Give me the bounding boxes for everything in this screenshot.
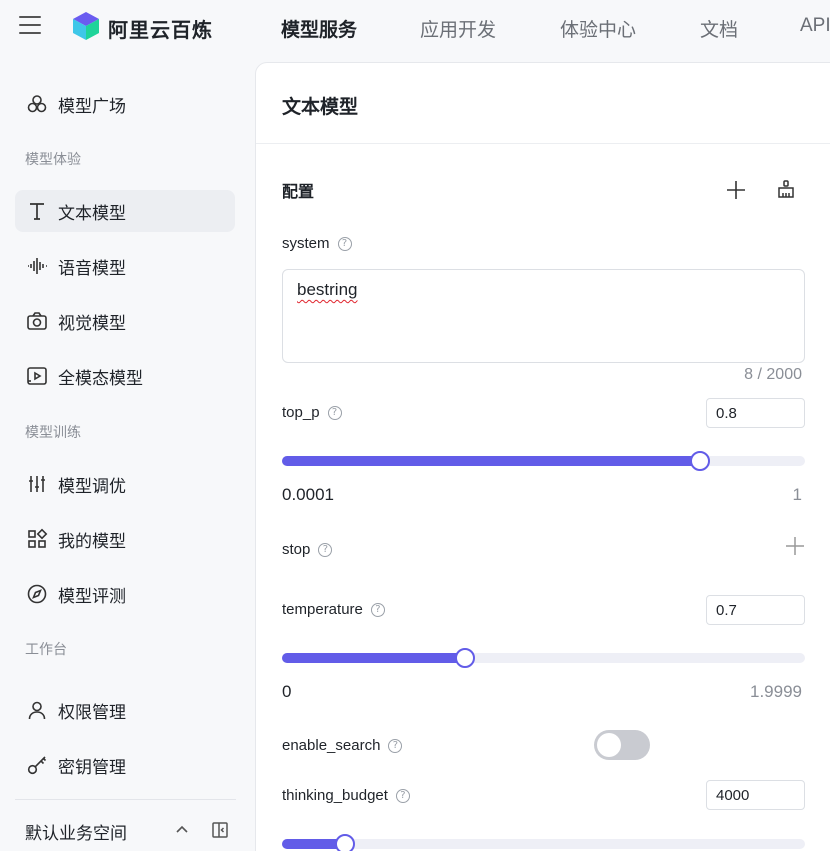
sidebar-item-label: 权限管理 bbox=[58, 702, 126, 722]
page-title: 文本模型 bbox=[282, 97, 359, 118]
nav-experience-center[interactable]: 体验中心 bbox=[560, 15, 636, 42]
camera-icon bbox=[26, 310, 48, 332]
help-icon[interactable]: ? bbox=[327, 405, 342, 420]
key-icon bbox=[26, 754, 48, 776]
nav-model-service[interactable]: 模型服务 bbox=[281, 15, 357, 42]
config-panel: 文本模型 配置 system ? bestring 8 / 2000 top_p… bbox=[255, 62, 830, 851]
text-icon bbox=[26, 200, 48, 222]
sidebar-divider bbox=[15, 799, 236, 800]
top-p-min: 0.0001 bbox=[282, 485, 334, 504]
chevron-up-icon[interactable] bbox=[173, 821, 191, 839]
sidebar-item-label: 全模态模型 bbox=[58, 368, 143, 388]
top-p-label-text: top_p bbox=[282, 404, 320, 421]
temperature-label-text: temperature bbox=[282, 601, 363, 618]
top-p-slider[interactable] bbox=[282, 451, 805, 471]
sidebar-item-label: 模型评测 bbox=[58, 586, 126, 606]
logo-icon[interactable] bbox=[72, 11, 100, 41]
temperature-slider[interactable] bbox=[282, 648, 805, 668]
help-icon[interactable]: ? bbox=[370, 602, 385, 617]
sidebar-item-text-model[interactable]: 文本模型 bbox=[15, 190, 235, 232]
top-p-max: 1 bbox=[792, 485, 802, 504]
system-prompt-value: bestring bbox=[297, 280, 358, 299]
workspace-selector[interactable]: 默认业务空间 bbox=[25, 819, 127, 844]
sidebar: 模型广场 模型体验 文本模型 语音模型 视觉模型 全模态模型 模型训练 模型调优 bbox=[0, 64, 250, 851]
slider-thumb[interactable] bbox=[690, 451, 711, 471]
sidebar-item-keys[interactable]: 密钥管理 bbox=[15, 744, 235, 786]
sidebar-item-label: 文本模型 bbox=[58, 203, 126, 223]
help-icon[interactable]: ? bbox=[318, 542, 333, 557]
sidebar-item-model-square[interactable]: 模型广场 bbox=[15, 83, 235, 125]
system-label: system ? bbox=[282, 235, 352, 252]
top-navigation: 阿里云百炼 模型服务 应用开发 体验中心 文档 API bbox=[0, 0, 830, 56]
user-icon bbox=[26, 699, 48, 721]
stop-label-text: stop bbox=[282, 541, 311, 558]
system-label-text: system bbox=[282, 235, 330, 252]
thinking-budget-label: thinking_budget ? bbox=[282, 787, 410, 804]
enable-search-toggle[interactable] bbox=[594, 730, 650, 760]
nav-app-dev[interactable]: 应用开发 bbox=[420, 15, 496, 42]
thinking-budget-label-text: thinking_budget bbox=[282, 787, 388, 804]
plus-icon[interactable] bbox=[725, 179, 747, 201]
thinking-budget-slider[interactable] bbox=[282, 834, 805, 851]
stop-label: stop ? bbox=[282, 541, 333, 558]
menu-icon[interactable] bbox=[19, 16, 41, 36]
system-prompt-textarea[interactable]: bestring bbox=[282, 269, 805, 363]
sidebar-item-label: 我的模型 bbox=[58, 531, 126, 551]
help-icon[interactable]: ? bbox=[388, 738, 403, 753]
temperature-min: 0 bbox=[282, 682, 292, 701]
video-play-icon bbox=[26, 365, 48, 387]
slider-fill bbox=[282, 456, 701, 466]
nav-api[interactable]: API bbox=[800, 15, 830, 37]
sidebar-item-omni-model[interactable]: 全模态模型 bbox=[15, 355, 235, 397]
char-counter: 8 / 2000 bbox=[744, 366, 802, 383]
sidebar-item-label: 模型调优 bbox=[58, 476, 126, 496]
group-label-training: 模型训练 bbox=[25, 424, 81, 440]
temperature-input[interactable]: 0.7 bbox=[706, 595, 805, 625]
sidebar-item-permissions[interactable]: 权限管理 bbox=[15, 689, 235, 731]
model-square-icon bbox=[26, 93, 48, 115]
nav-docs[interactable]: 文档 bbox=[700, 15, 738, 42]
sidebar-item-evaluation[interactable]: 模型评测 bbox=[15, 573, 235, 615]
broom-icon[interactable] bbox=[775, 178, 797, 200]
sidebar-item-my-models[interactable]: 我的模型 bbox=[15, 518, 235, 560]
sidebar-item-fine-tune[interactable]: 模型调优 bbox=[15, 463, 235, 505]
sidebar-item-voice-model[interactable]: 语音模型 bbox=[15, 245, 235, 287]
sidebar-item-label: 密钥管理 bbox=[58, 757, 126, 777]
sliders-icon bbox=[26, 473, 48, 495]
temperature-label: temperature ? bbox=[282, 601, 385, 618]
audio-wave-icon bbox=[26, 255, 48, 277]
group-label-experience: 模型体验 bbox=[25, 151, 81, 167]
thinking-budget-input[interactable]: 4000 bbox=[706, 780, 805, 810]
brand-name[interactable]: 阿里云百炼 bbox=[108, 14, 213, 43]
sidebar-collapse-icon[interactable] bbox=[211, 821, 229, 839]
enable-search-label-text: enable_search bbox=[282, 737, 381, 754]
sidebar-item-label: 视觉模型 bbox=[58, 313, 126, 333]
group-label-workbench: 工作台 bbox=[25, 641, 67, 657]
header-divider bbox=[256, 143, 830, 144]
sidebar-item-vision-model[interactable]: 视觉模型 bbox=[15, 300, 235, 342]
toggle-knob bbox=[597, 733, 621, 757]
temperature-max: 1.9999 bbox=[750, 682, 802, 701]
top-p-input[interactable]: 0.8 bbox=[706, 398, 805, 428]
enable-search-label: enable_search ? bbox=[282, 737, 403, 754]
compass-icon bbox=[26, 583, 48, 605]
slider-fill bbox=[282, 653, 466, 663]
plus-icon[interactable] bbox=[784, 535, 806, 557]
help-icon[interactable]: ? bbox=[337, 236, 352, 251]
grid-icon bbox=[26, 528, 48, 550]
sidebar-item-label: 语音模型 bbox=[58, 258, 126, 278]
slider-thumb[interactable] bbox=[455, 648, 476, 668]
sidebar-item-label: 模型广场 bbox=[58, 96, 126, 116]
help-icon[interactable]: ? bbox=[395, 788, 410, 803]
top-p-label: top_p ? bbox=[282, 404, 342, 421]
section-title: 配置 bbox=[282, 184, 315, 201]
slider-thumb[interactable] bbox=[334, 834, 355, 851]
